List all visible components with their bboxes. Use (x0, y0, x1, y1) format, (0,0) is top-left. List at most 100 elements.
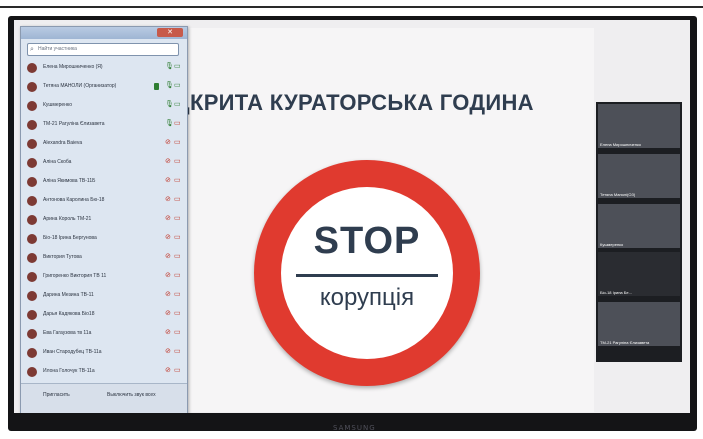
video-tile[interactable]: ТМ-21 Рагуліна Єлизавета (598, 302, 680, 346)
microphone-muted-icon[interactable]: ⊘ (165, 347, 171, 357)
avatar (27, 120, 37, 130)
video-tile[interactable]: Кушмеренко (598, 204, 680, 248)
participant-row[interactable]: ТМ-21 Рагуліна Єлизавета 🎙 ▭ (21, 116, 187, 135)
participant-row[interactable]: Григоренко Виктория ТВ 11 ⊘ ▭ (21, 268, 187, 287)
microphone-muted-icon[interactable]: ⊘ (165, 195, 171, 205)
microphone-muted-icon[interactable]: ⊘ (165, 138, 171, 148)
video-off-icon[interactable]: ▭ (174, 309, 181, 319)
participant-row[interactable]: Арина Король ТМ-21 ⊘ ▭ (21, 211, 187, 230)
participant-row[interactable]: Илона Голочук ТВ-11а ⊘ ▭ (21, 363, 187, 382)
microphone-muted-icon[interactable]: ⊘ (165, 176, 171, 186)
avatar (27, 215, 37, 225)
slide-title: ДКРИТА КУРАТОРСЬКА ГОДИНА (174, 90, 534, 115)
avatar (27, 310, 37, 320)
video-off-icon[interactable]: ▭ (174, 138, 181, 148)
video-off-icon[interactable]: ▭ (174, 233, 181, 243)
participant-row[interactable]: Кушмеренко 🎙 ▭ (21, 97, 187, 116)
video-off-icon[interactable]: ▭ (174, 347, 181, 357)
participant-name: Дарина Мезина ТВ-11 (43, 292, 94, 298)
participant-name: Виктория Тутова (43, 254, 82, 260)
participant-name: Аліна Якимова ТВ-11Б (43, 178, 96, 184)
video-icon[interactable]: ▭ (174, 100, 181, 110)
search-input[interactable]: ⌕ Найти участника (27, 43, 179, 56)
microphone-muted-icon[interactable]: ⊘ (165, 252, 171, 262)
participant-row[interactable]: Аліна Скоба ⊘ ▭ (21, 154, 187, 173)
video-off-icon[interactable]: ▭ (174, 157, 181, 167)
korupcia-text: корупція (319, 284, 415, 311)
video-icon[interactable]: ▭ (174, 62, 181, 72)
sign-divider (296, 274, 438, 277)
microphone-muted-icon[interactable]: ⊘ (165, 271, 171, 281)
participant-name: Елена Мирошниченко (Я) (43, 64, 103, 70)
top-line (0, 6, 703, 8)
video-tile-name: Елена Мирошниченко (600, 142, 641, 147)
avatar (27, 158, 37, 168)
participant-row[interactable]: Дарина Мезина ТВ-11 ⊘ ▭ (21, 287, 187, 306)
video-off-icon[interactable]: ▭ (174, 328, 181, 338)
participant-row[interactable]: Біо-18 Ірина Бергунова ⊘ ▭ (21, 230, 187, 249)
mute-all-button[interactable]: Выключить звук всех (107, 392, 156, 398)
participant-name: Ева Гагаузова тв 11а (43, 330, 92, 336)
video-tile[interactable]: Тетяна Манолі(ОЗ) (598, 154, 680, 198)
stop-sign-inner (281, 187, 453, 359)
participant-name: Кушмеренко (43, 102, 72, 108)
microphone-icon[interactable]: 🎙 (165, 100, 174, 110)
avatar (27, 63, 37, 73)
search-icon: ⌕ (30, 46, 34, 53)
video-off-icon[interactable]: ▭ (174, 119, 181, 129)
panel-footer: Пригласить Выключить звук всех (21, 383, 187, 413)
participant-row[interactable]: Антонова Каролина Бю-18 ⊘ ▭ (21, 192, 187, 211)
participant-name: Alexandra Baieva (43, 140, 83, 146)
video-off-icon[interactable]: ▭ (174, 290, 181, 300)
close-button[interactable]: ✕ (157, 28, 183, 37)
video-tile-name: Тетяна Манолі(ОЗ) (600, 192, 636, 197)
participant-row[interactable]: Alexandra Baieva ⊘ ▭ (21, 135, 187, 154)
participant-name: Иван Стародубец ТВ-11а (43, 349, 102, 355)
microphone-muted-icon[interactable]: ⊘ (165, 233, 171, 243)
avatar (27, 234, 37, 244)
video-off-icon[interactable]: ▭ (174, 176, 181, 186)
video-off-icon[interactable]: ▭ (174, 366, 181, 376)
avatar (27, 253, 37, 263)
video-tile[interactable]: Елена Мирошниченко (598, 104, 680, 148)
microphone-muted-icon[interactable]: ⊘ (165, 309, 171, 319)
microphone-muted-icon[interactable]: ⊘ (165, 328, 171, 338)
avatar (27, 196, 37, 206)
video-icon[interactable]: ▭ (174, 81, 181, 91)
participant-row[interactable]: Ева Гагаузова тв 11а ⊘ ▭ (21, 325, 187, 344)
participant-row[interactable]: Аліна Якимова ТВ-11Б ⊘ ▭ (21, 173, 187, 192)
video-tile[interactable]: Біо-18 Ірина Бе... (598, 252, 680, 296)
participant-name: ТМ-21 Рагуліна Єлизавета (43, 121, 105, 127)
participant-row[interactable]: Иван Стародубец ТВ-11а ⊘ ▭ (21, 344, 187, 363)
search-placeholder: Найти участника (38, 46, 77, 52)
participant-row[interactable]: Дарья Кадякова Біо18 ⊘ ▭ (21, 306, 187, 325)
participant-row[interactable]: Виктория Тутова ⊘ ▭ (21, 249, 187, 268)
video-off-icon[interactable]: ▭ (174, 214, 181, 224)
video-off-icon[interactable]: ▭ (174, 271, 181, 281)
microphone-muted-icon[interactable]: ⊘ (165, 366, 171, 376)
avatar (27, 291, 37, 301)
invite-button[interactable]: Пригласить (43, 392, 70, 398)
participant-name: Илона Голочук ТВ-11а (43, 368, 95, 374)
monitor-brand: SAMSUNG (333, 424, 376, 432)
video-off-icon[interactable]: ▭ (174, 252, 181, 262)
microphone-muted-icon[interactable]: ⊘ (165, 290, 171, 300)
microphone-icon[interactable]: 🎙 (165, 62, 174, 72)
video-off-icon[interactable]: ▭ (174, 195, 181, 205)
participant-name: Дарья Кадякова Біо18 (43, 311, 95, 317)
camera-icon (154, 83, 159, 90)
microphone-icon[interactable]: 🎙 (165, 81, 174, 91)
avatar (27, 139, 37, 149)
avatar (27, 348, 37, 358)
participant-name: Григоренко Виктория ТВ 11 (43, 273, 107, 279)
avatar (27, 272, 37, 282)
participant-name: Аліна Скоба (43, 159, 72, 165)
stop-text: STOP (313, 220, 421, 262)
microphone-muted-icon[interactable]: ⊘ (165, 214, 171, 224)
participant-row[interactable]: Тетяна МАНОЛИ (Организатор) 🎙 ▭ (21, 78, 187, 97)
panel-titlebar[interactable]: ✕ (21, 27, 187, 39)
participant-row[interactable]: Елена Мирошниченко (Я) 🎙 ▭ (21, 59, 187, 78)
microphone-icon[interactable]: 🎙 (165, 119, 174, 129)
microphone-muted-icon[interactable]: ⊘ (165, 157, 171, 167)
participant-name: Біо-18 Ірина Бергунова (43, 235, 97, 241)
